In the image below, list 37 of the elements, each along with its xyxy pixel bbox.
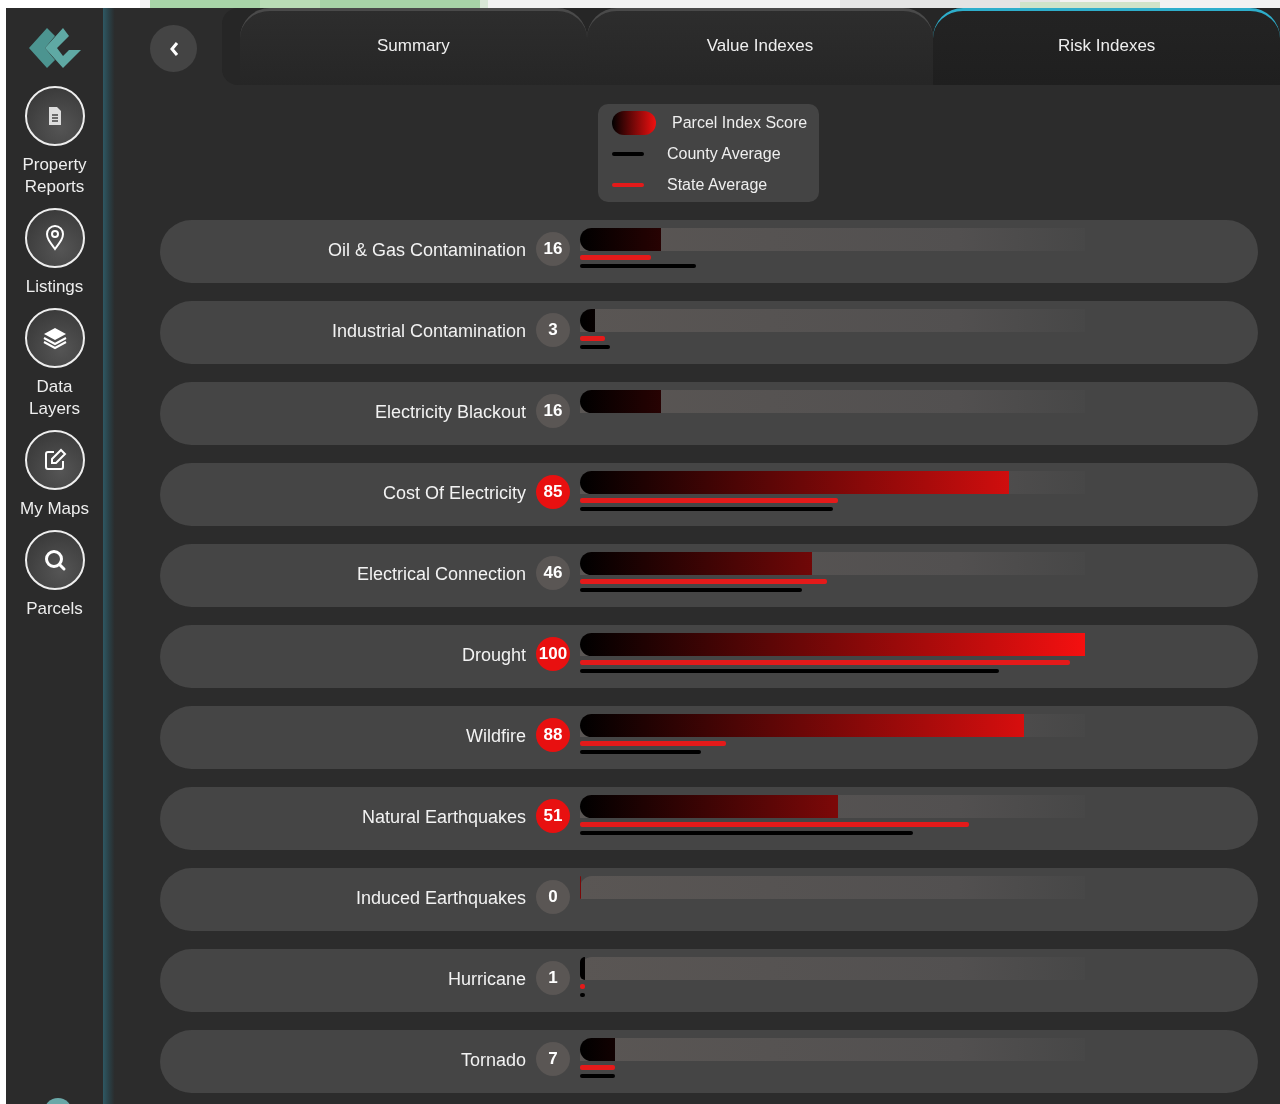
score-badge: 3 [536, 313, 570, 347]
legend-label: State Average [667, 176, 768, 194]
back-button[interactable] [150, 25, 197, 72]
score-badge: 7 [536, 1042, 570, 1076]
index-label: Hurricane [446, 969, 526, 990]
legend-label: County Average [667, 145, 781, 163]
legend-label: Parcel Index Score [672, 114, 808, 132]
index-label: Tornado [459, 1050, 526, 1071]
index-label: Induced Earthquakes [354, 888, 526, 909]
state-line-swatch [612, 183, 644, 187]
chevron-left-icon [168, 40, 179, 57]
score-badge: 0 [536, 880, 570, 914]
index-label: Electricity Blackout [373, 402, 526, 423]
score-badge: 51 [536, 799, 570, 833]
index-label: Wildfire [465, 726, 526, 747]
sidebar-label: Property Reports [21, 154, 88, 198]
index-label: Industrial Contamination [330, 321, 526, 342]
score-badge: 46 [536, 556, 570, 590]
score-badge: 16 [536, 232, 570, 266]
sidebar-label: Data Layers [28, 376, 81, 420]
index-label: Oil & Gas Contamination [326, 240, 526, 261]
score-badge: 1 [536, 961, 570, 995]
tab[interactable]: Risk Indexes [933, 8, 1280, 85]
index-label: Drought [460, 645, 526, 666]
score-badge: 16 [536, 394, 570, 428]
score-swatch [612, 111, 656, 135]
layers-icon [41, 326, 68, 350]
score-badge: 100 [536, 637, 570, 671]
county-line-swatch [612, 152, 644, 156]
index-label: Electrical Connection [355, 564, 526, 585]
index-label: Cost Of Electricity [381, 483, 526, 504]
index-label: Natural Earthquakes [360, 807, 526, 828]
sidebar-label: My Maps [19, 498, 90, 520]
score-badge: 85 [536, 475, 570, 509]
score-badge: 88 [536, 718, 570, 752]
sidebar-label: Parcels [25, 598, 84, 620]
sidebar-label: Listings [24, 276, 85, 298]
